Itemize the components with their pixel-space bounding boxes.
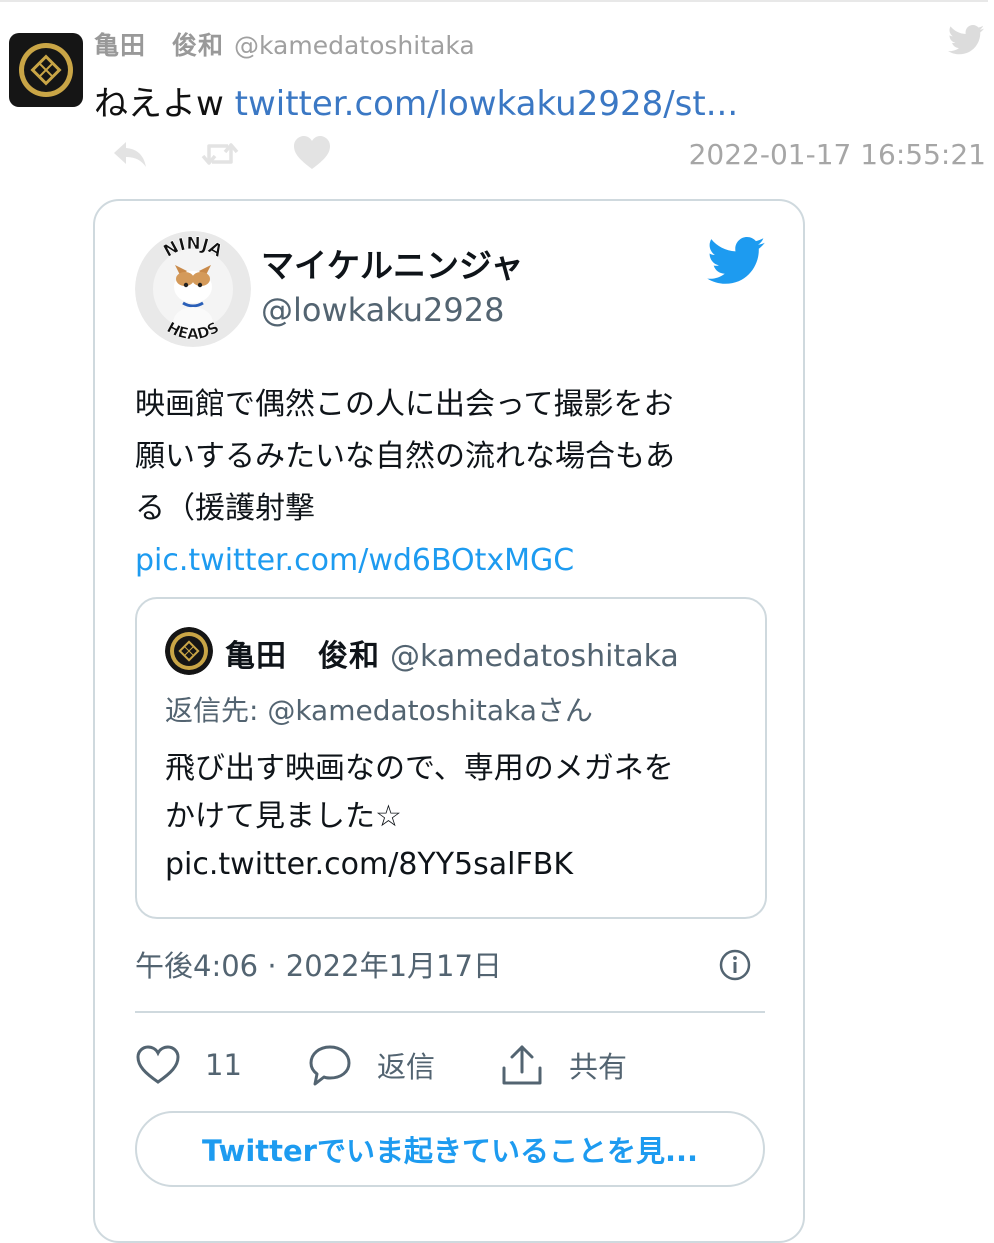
outer-tweet-link[interactable]: twitter.com/lowkaku2928/st... <box>235 84 739 124</box>
quoted-body-line: 飛び出す映画なので、専用のメガネを <box>165 751 674 786</box>
body-line: る（援護射撃 <box>135 491 315 526</box>
twitter-logo-icon[interactable] <box>707 237 765 285</box>
speech-bubble-icon <box>309 1045 351 1086</box>
quoted-tweet[interactable]: 亀田 俊和 @kamedatoshitaka 返信先: @kamedatoshit… <box>135 597 767 919</box>
quoted-handle[interactable]: @kamedatoshitaka <box>390 639 679 674</box>
share-action[interactable]: 共有 <box>499 1043 627 1087</box>
embedded-timestamp[interactable]: 午後4:06 · 2022年1月17日 <box>135 943 502 985</box>
quoted-avatar[interactable] <box>165 627 213 675</box>
like-count: 11 <box>205 1048 242 1082</box>
embedded-media-link[interactable]: pic.twitter.com/wd6BOtxMGC <box>135 535 755 587</box>
embedded-handle[interactable]: @lowkaku2928 <box>261 291 504 329</box>
outer-timestamp: 2022-01-17 16:55:21 <box>688 138 986 171</box>
quoted-body: 飛び出す映画なので、専用のメガネを かけて見ました☆ pic.twitter.c… <box>165 745 674 889</box>
quoted-body-line: pic.twitter.com/8YY5salFBK <box>165 847 574 882</box>
see-more-on-twitter-button[interactable]: Twitterでいま起きていることを見... <box>135 1111 765 1187</box>
crest-icon <box>165 627 213 675</box>
quoted-display-name[interactable]: 亀田 俊和 <box>225 639 380 674</box>
outer-tweet-text: ねえよw twitter.com/lowkaku2928/st... <box>94 76 738 125</box>
share-label: 共有 <box>569 1050 628 1084</box>
twitter-bird-icon[interactable] <box>948 24 984 56</box>
outer-display-name[interactable]: 亀田 俊和 <box>94 31 224 60</box>
cat-avatar-icon: NINJA HEADS <box>135 231 251 347</box>
top-divider <box>0 0 988 2</box>
embedded-tweet-body: 映画館で偶然この人に出会って撮影をお 願いするみたいな自然の流れな場合もあ る（… <box>135 379 755 587</box>
outer-tweet-meta: 亀田 俊和 @kamedatoshitaka <box>94 26 475 62</box>
reply-icon[interactable] <box>110 134 150 174</box>
embedded-avatar[interactable]: NINJA HEADS <box>135 231 251 347</box>
user-avatar[interactable] <box>9 33 83 107</box>
reply-label: 返信 <box>377 1050 436 1084</box>
reply-action[interactable]: 返信 <box>307 1043 435 1087</box>
outer-handle[interactable]: @kamedatoshitaka <box>234 31 475 60</box>
embedded-display-name[interactable]: マイケルニンジャ <box>261 239 523 287</box>
crest-icon <box>19 43 73 97</box>
stats-divider <box>135 1011 765 1013</box>
retweet-icon[interactable] <box>200 134 240 174</box>
info-icon[interactable] <box>719 949 751 981</box>
like-action[interactable]: 11 <box>135 1043 242 1087</box>
like-icon[interactable] <box>292 134 332 174</box>
share-upload-icon <box>502 1045 542 1085</box>
quoted-reply-to: 返信先: @kamedatoshitakaさん <box>165 694 593 727</box>
outer-text-body: ねえよw <box>94 84 235 124</box>
quoted-header: 亀田 俊和 @kamedatoshitaka <box>225 631 679 675</box>
quoted-body-line: かけて見ました☆ <box>165 799 402 834</box>
embedded-tweet-card[interactable]: NINJA HEADS マイケルニンジャ @lowkaku2928 映画館で偶然… <box>93 199 805 1243</box>
body-line: 願いするみたいな自然の流れな場合もあ <box>135 439 675 474</box>
heart-icon <box>136 1045 180 1084</box>
body-line: 映画館で偶然この人に出会って撮影をお <box>135 387 674 422</box>
